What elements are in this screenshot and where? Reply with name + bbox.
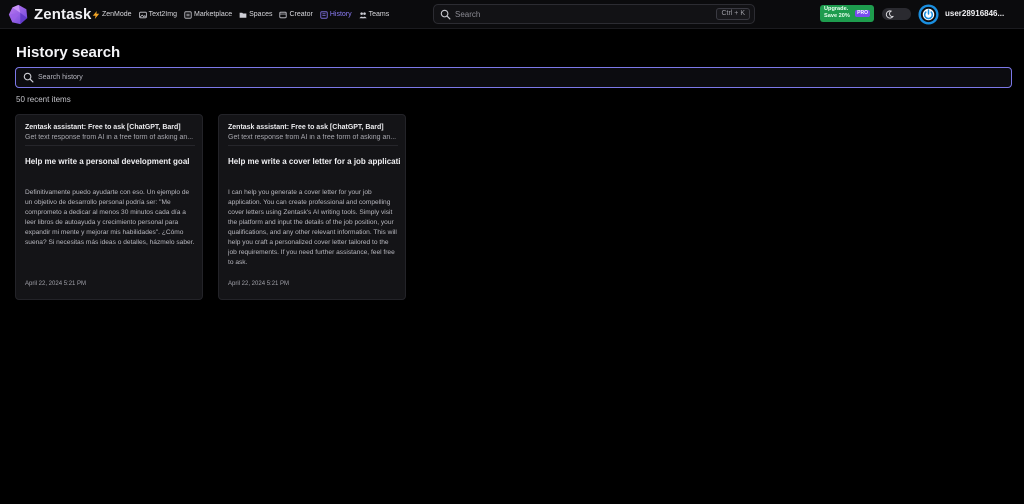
card-response: I can help you generate a cover letter f…	[228, 189, 397, 266]
nav-item-label: History	[329, 11, 352, 18]
brand[interactable]: Zentask	[8, 4, 91, 25]
nav-item-label: Spaces	[249, 11, 273, 18]
folder-icon	[239, 11, 247, 19]
nav-item-label: ZenMode	[102, 11, 132, 18]
search-shortcut: Ctrl + K	[716, 8, 750, 20]
global-search-placeholder: Search	[455, 10, 481, 19]
marketplace-icon	[184, 10, 192, 19]
zentask-logo-icon	[8, 4, 28, 25]
bolt-icon	[92, 10, 100, 19]
card-tool-description: Get text response from AI in a free form…	[228, 134, 397, 141]
nav-item-spaces[interactable]: Spaces	[239, 11, 272, 19]
pro-badge: PRO	[855, 10, 870, 17]
nav-item-history[interactable]: History	[320, 10, 352, 19]
card-tool-name: Zentask assistant: Free to ask [ChatGPT,…	[25, 124, 181, 131]
user-avatar[interactable]	[918, 4, 939, 25]
nav-item-label: Creator	[289, 11, 313, 18]
upgrade-line-2: Save 20%	[824, 13, 850, 19]
teams-icon	[359, 11, 367, 19]
page-title: History search	[16, 44, 121, 61]
moon-icon	[884, 9, 894, 19]
nav-item-zenmode[interactable]: ZenMode	[92, 10, 132, 19]
nav-item-marketplace[interactable]: Marketplace	[184, 10, 233, 19]
card-title: Help me write a cover letter for a job a…	[228, 157, 400, 166]
nav-item-label: Teams	[368, 11, 390, 18]
image-icon	[138, 11, 147, 19]
history-card[interactable]: Zentask assistant: Free to ask [ChatGPT,…	[218, 114, 406, 300]
search-icon	[23, 72, 34, 83]
nav-item-label: Text2Img	[148, 11, 177, 18]
card-divider	[25, 145, 195, 146]
card-tool-name: Zentask assistant: Free to ask [ChatGPT,…	[228, 124, 384, 131]
history-search-input[interactable]: Search history	[15, 67, 1012, 88]
card-date: April 22, 2024 5:21 PM	[228, 281, 290, 287]
theme-toggle[interactable]	[882, 8, 911, 20]
upgrade-line-1: Upgrade.	[824, 6, 849, 12]
search-icon	[440, 9, 451, 20]
nav-item-creator[interactable]: Creator	[279, 11, 313, 19]
card-tool-description: Get text response from AI in a free form…	[25, 134, 194, 141]
history-icon	[320, 10, 328, 19]
recent-items-count: 50 recent items	[16, 95, 71, 104]
upgrade-label: Upgrade. Save 20%	[824, 6, 852, 20]
card-response: Definitivamente puedo ayudarte con eso. …	[25, 189, 195, 246]
username[interactable]: user28916846...	[945, 9, 1004, 18]
main-nav: ZenMode Text2Img Marketplace Spaces Crea…	[92, 0, 396, 29]
top-navigation-bar: Zentask ZenMode Text2Img Marketplace Spa…	[0, 0, 1024, 29]
brand-name: Zentask	[34, 6, 92, 23]
global-search[interactable]: Search Ctrl + K	[433, 4, 755, 24]
upgrade-button[interactable]: Upgrade. Save 20% PRO	[820, 5, 874, 22]
card-date: April 22, 2024 5:21 PM	[25, 281, 87, 287]
creator-icon	[279, 11, 288, 19]
nav-item-text2img[interactable]: Text2Img	[138, 11, 177, 19]
nav-item-teams[interactable]: Teams	[359, 11, 390, 19]
history-search-placeholder: Search history	[38, 74, 83, 81]
card-divider	[228, 145, 398, 146]
card-title: Help me write a personal development goa…	[25, 157, 190, 166]
nav-item-label: Marketplace	[193, 11, 233, 18]
history-card[interactable]: Zentask assistant: Free to ask [ChatGPT,…	[15, 114, 203, 300]
